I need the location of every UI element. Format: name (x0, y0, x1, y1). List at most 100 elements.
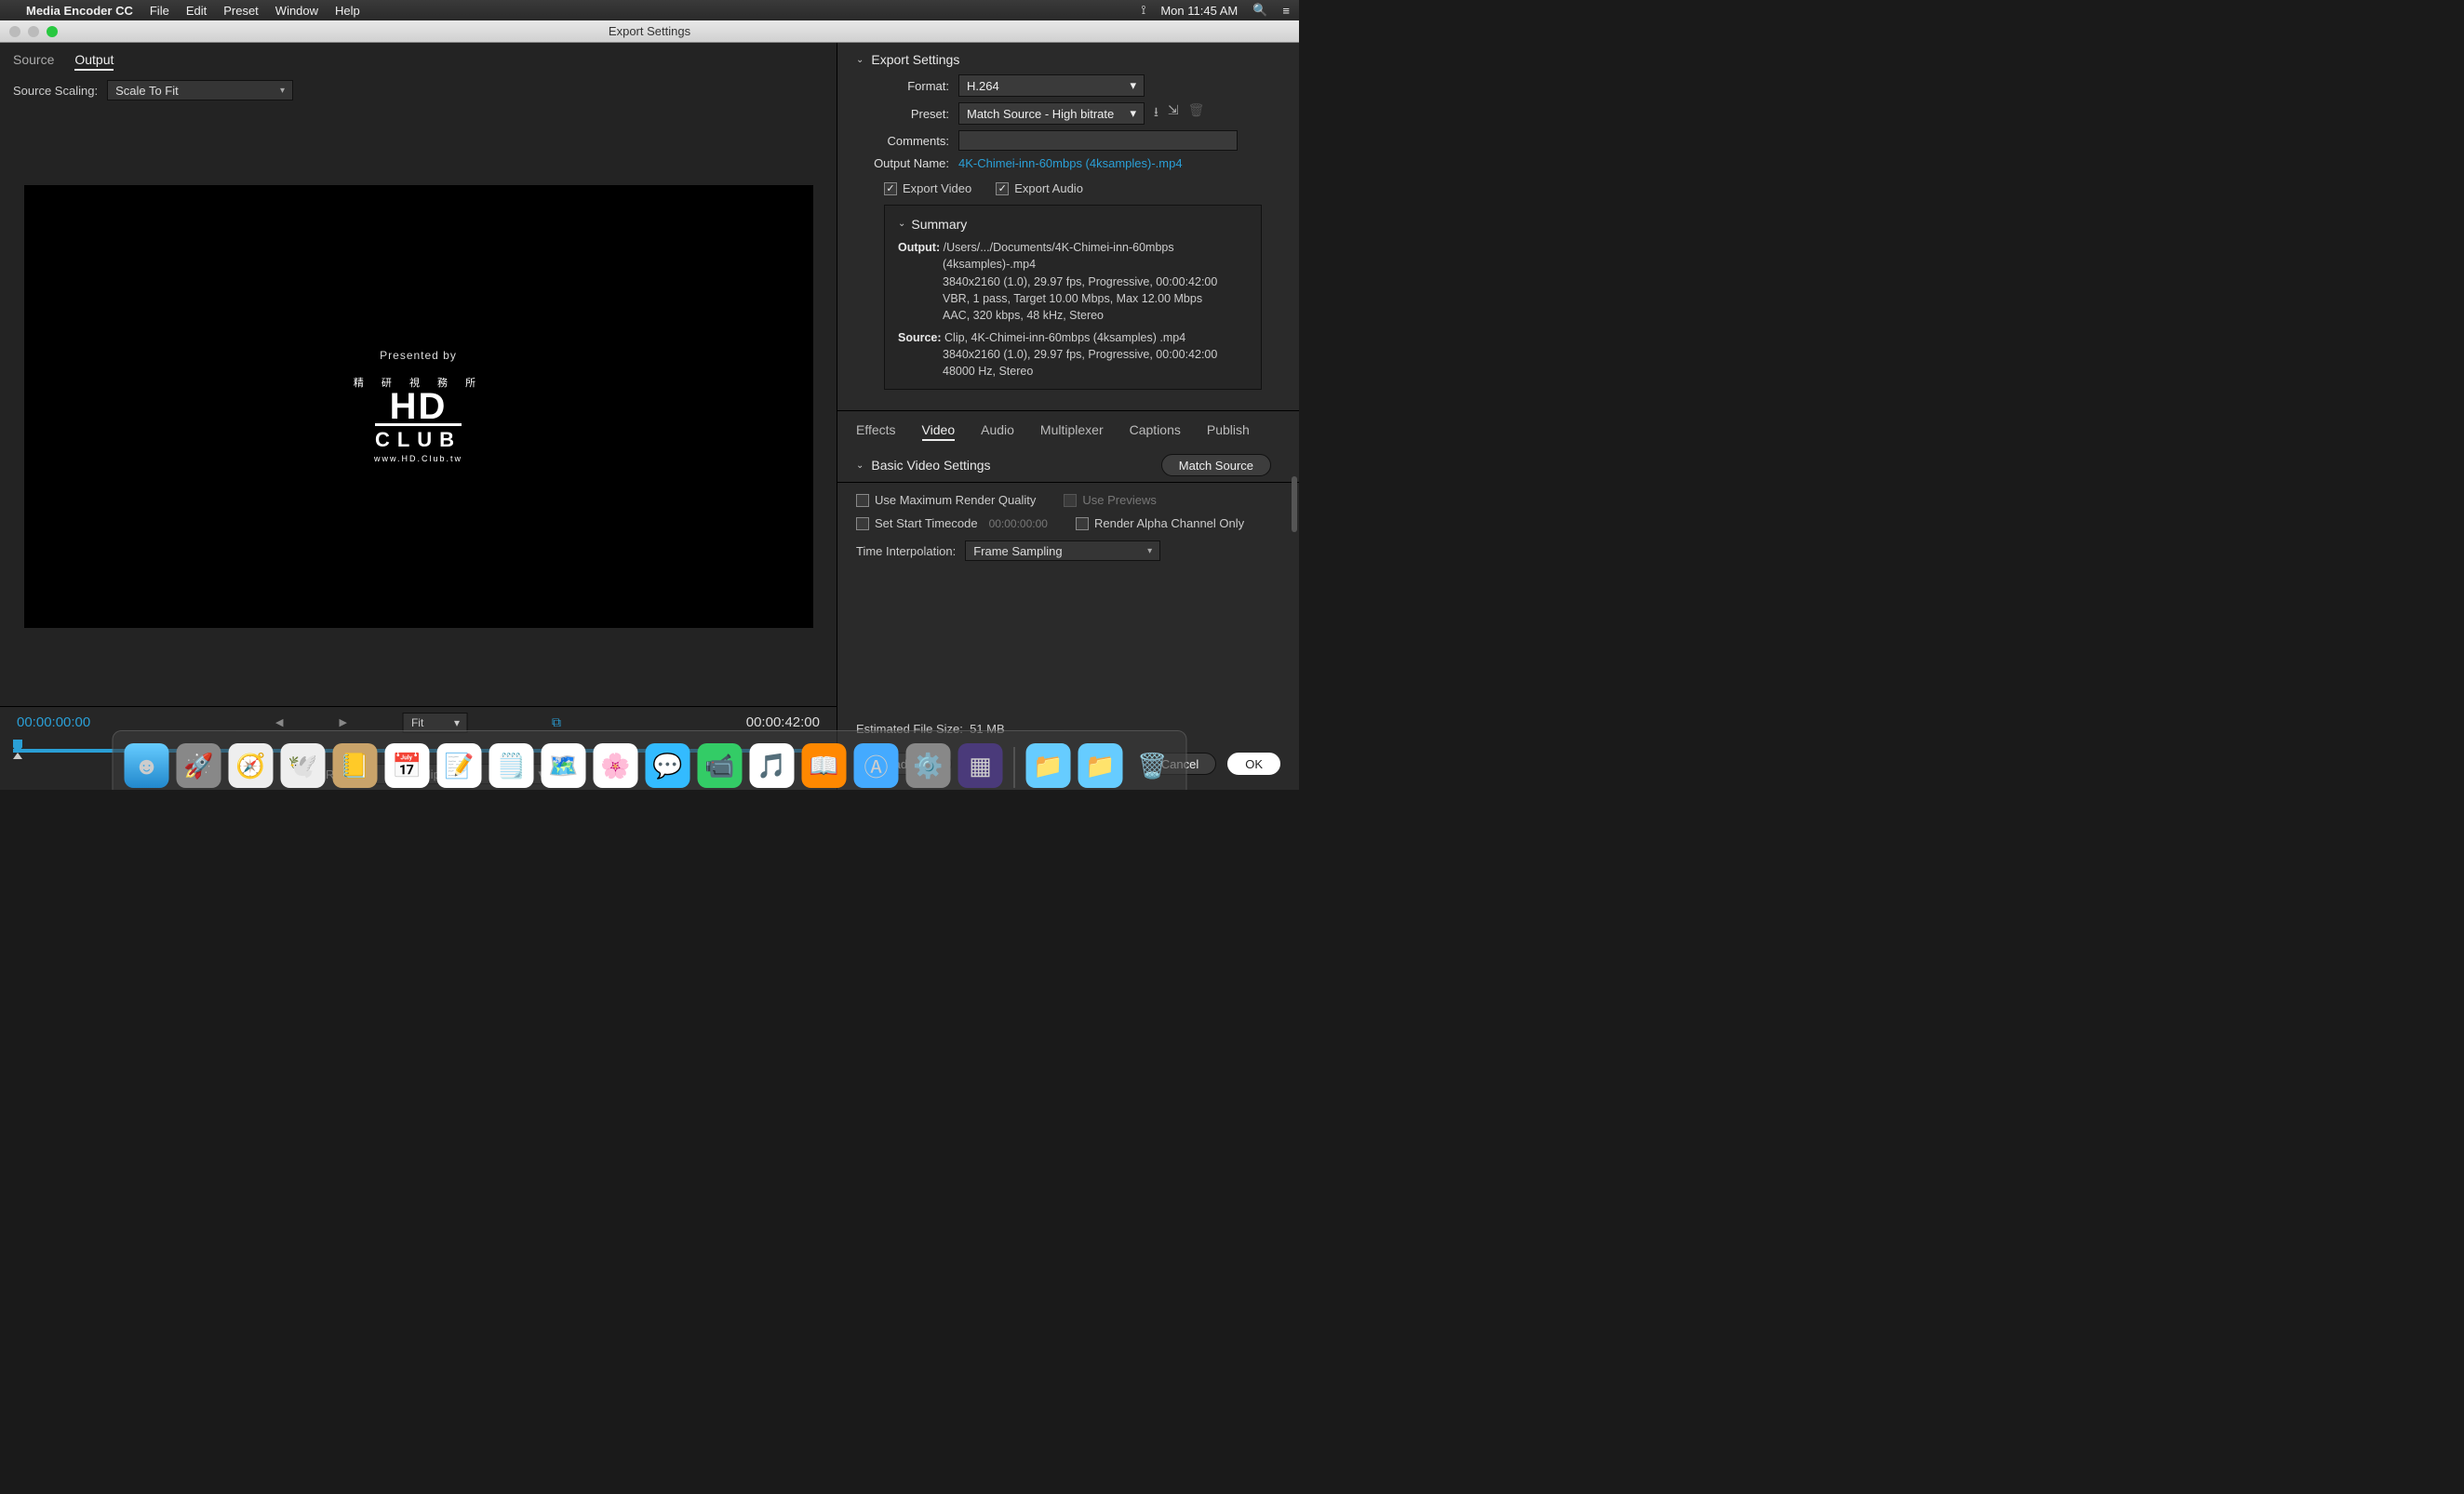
prev-frame-button[interactable]: ◀ (275, 716, 283, 728)
dock-ibooks[interactable]: 📖 (802, 743, 847, 788)
menulet-icon[interactable]: ⟟ (1142, 3, 1146, 18)
summary-source-line3: 48000 Hz, Stereo (898, 363, 1248, 380)
subtab-audio[interactable]: Audio (981, 422, 1014, 441)
subtab-effects[interactable]: Effects (856, 422, 896, 441)
titlebar: Export Settings (0, 20, 1299, 43)
dock-facetime[interactable]: 📹 (698, 743, 743, 788)
time-interpolation-value: Frame Sampling (973, 544, 1062, 558)
in-timecode[interactable]: 00:00:00:00 (17, 714, 90, 730)
preview-url: www.HD.Club.tw (374, 454, 462, 463)
tab-output[interactable]: Output (74, 52, 114, 71)
summary-output-path: /Users/.../Documents/4K-Chimei-inn-60mbp… (943, 241, 1174, 271)
format-label: Format: (856, 79, 958, 93)
export-audio-checkbox[interactable]: Export Audio (996, 181, 1083, 195)
format-value: H.264 (967, 79, 999, 93)
mac-menubar: Media Encoder CC File Edit Preset Window… (0, 0, 1299, 20)
summary-box: ⌄Summary Output: /Users/.../Documents/4K… (884, 205, 1262, 390)
crop-icon[interactable]: ⧉ (552, 714, 561, 730)
dock-appstore[interactable]: Ⓐ (854, 743, 899, 788)
menu-file[interactable]: File (150, 4, 169, 18)
chevron-down-icon: ▾ (1130, 78, 1136, 93)
next-frame-button[interactable]: ▶ (340, 716, 347, 728)
output-name-label: Output Name: (856, 156, 958, 170)
menu-extras-icon[interactable]: ≡ (1282, 4, 1290, 18)
summary-source-label: Source: (898, 331, 942, 344)
preset-label: Preset: (856, 107, 958, 121)
menu-help[interactable]: Help (335, 4, 360, 18)
save-preset-icon[interactable]: ⭳ (1154, 102, 1158, 125)
dock-trash[interactable]: 🗑️ (1131, 743, 1175, 788)
set-start-timecode-checkbox[interactable]: Set Start Timecode00:00:00:00 (856, 516, 1048, 530)
use-previews-checkbox[interactable]: Use Previews (1064, 493, 1156, 507)
source-scaling-value: Scale To Fit (115, 84, 179, 98)
dock-launchpad[interactable]: 🚀 (177, 743, 221, 788)
comments-label: Comments: (856, 134, 958, 148)
summary-output-line3: VBR, 1 pass, Target 10.00 Mbps, Max 12.0… (898, 290, 1248, 307)
summary-output-line4: AAC, 320 kbps, 48 kHz, Stereo (898, 307, 1248, 324)
dock-contacts[interactable]: 📒 (333, 743, 378, 788)
zoom-fit-value: Fit (411, 716, 423, 729)
menu-window[interactable]: Window (275, 4, 318, 18)
window-title: Export Settings (0, 24, 1299, 38)
subtab-publish[interactable]: Publish (1207, 422, 1250, 441)
dock-messages[interactable]: 💬 (646, 743, 690, 788)
dock-safari[interactable]: 🧭 (229, 743, 274, 788)
chevron-down-icon: ▾ (280, 86, 285, 96)
dock-maps[interactable]: 🗺️ (542, 743, 586, 788)
dock-mail[interactable]: 🕊️ (281, 743, 326, 788)
source-scaling-dropdown[interactable]: Scale To Fit ▾ (107, 80, 293, 100)
tab-source[interactable]: Source (13, 52, 54, 71)
settings-pane: ⌄ Export Settings Format: H.264 ▾ Preset… (837, 43, 1299, 790)
basic-video-heading[interactable]: ⌄Basic Video Settings (856, 458, 991, 473)
render-alpha-checkbox[interactable]: Render Alpha Channel Only (1076, 516, 1244, 530)
import-preset-icon[interactable]: ⇲ (1168, 102, 1179, 125)
summary-output-label: Output: (898, 241, 940, 254)
app-name[interactable]: Media Encoder CC (26, 4, 133, 18)
preview-logo-club: CLUB (375, 423, 462, 452)
preview-logo-hd: HD (390, 390, 448, 423)
export-settings-heading[interactable]: ⌄ Export Settings (856, 52, 1280, 67)
dock-finder[interactable]: ☻ (125, 743, 169, 788)
menu-edit[interactable]: Edit (186, 4, 207, 18)
scrollbar[interactable] (1292, 476, 1297, 532)
output-name-link[interactable]: 4K-Chimei-inn-60mbps (4ksamples)-.mp4 (958, 156, 1183, 170)
menu-preset[interactable]: Preset (223, 4, 259, 18)
source-scaling-label: Source Scaling: (13, 84, 98, 98)
subtab-multiplexer[interactable]: Multiplexer (1040, 422, 1104, 441)
start-timecode-value: 00:00:00:00 (989, 517, 1048, 530)
export-video-checkbox[interactable]: Export Video (884, 181, 971, 195)
dock-notes[interactable]: 📝 (437, 743, 482, 788)
dock-folder-downloads[interactable]: 📁 (1078, 743, 1123, 788)
dock-reminders[interactable]: 🗒️ (489, 743, 534, 788)
dock-calendar[interactable]: 📅 (385, 743, 430, 788)
subtab-video[interactable]: Video (922, 422, 956, 441)
preset-dropdown[interactable]: Match Source - High bitrate ▾ (958, 102, 1145, 125)
time-interpolation-label: Time Interpolation: (856, 544, 956, 558)
settings-subtabs: Effects Video Audio Multiplexer Captions… (837, 411, 1299, 445)
format-dropdown[interactable]: H.264 ▾ (958, 74, 1145, 97)
spotlight-icon[interactable]: 🔍 (1252, 3, 1267, 18)
dock-photos[interactable]: 🌸 (594, 743, 638, 788)
summary-source-line2: 3840x2160 (1.0), 29.97 fps, Progressive,… (898, 346, 1248, 363)
dock-media-encoder[interactable]: ▦ (958, 743, 1003, 788)
export-settings-window: Export Settings Source Output Source Sca… (0, 20, 1299, 790)
ok-button[interactable]: OK (1227, 753, 1280, 775)
dock-folder-apps[interactable]: 📁 (1026, 743, 1071, 788)
dock: ☻ 🚀 🧭 🕊️ 📒 📅 📝 🗒️ 🗺️ 🌸 💬 📹 🎵 📖 Ⓐ ⚙️ ▦ 📁 … (113, 730, 1187, 790)
time-interpolation-dropdown[interactable]: Frame Sampling ▾ (965, 540, 1160, 561)
chevron-down-icon: ▾ (1147, 546, 1152, 556)
chevron-down-icon: ▾ (1130, 106, 1136, 121)
subtab-captions[interactable]: Captions (1130, 422, 1181, 441)
match-source-button[interactable]: Match Source (1161, 454, 1271, 476)
max-render-quality-checkbox[interactable]: Use Maximum Render Quality (856, 493, 1036, 507)
preview-presented: Presented by (380, 349, 457, 362)
out-timecode: 00:00:42:00 (746, 714, 820, 730)
clock[interactable]: Mon 11:45 AM (1160, 4, 1238, 18)
comments-input[interactable] (958, 130, 1238, 151)
summary-source-line1: Clip, 4K-Chimei-inn-60mbps (4ksamples) .… (944, 331, 1185, 344)
summary-output-line2: 3840x2160 (1.0), 29.97 fps, Progressive,… (898, 273, 1248, 290)
summary-heading[interactable]: ⌄Summary (898, 215, 1248, 233)
dock-itunes[interactable]: 🎵 (750, 743, 795, 788)
delete-preset-icon: 🗑 (1188, 102, 1205, 125)
dock-sysprefs[interactable]: ⚙️ (906, 743, 951, 788)
